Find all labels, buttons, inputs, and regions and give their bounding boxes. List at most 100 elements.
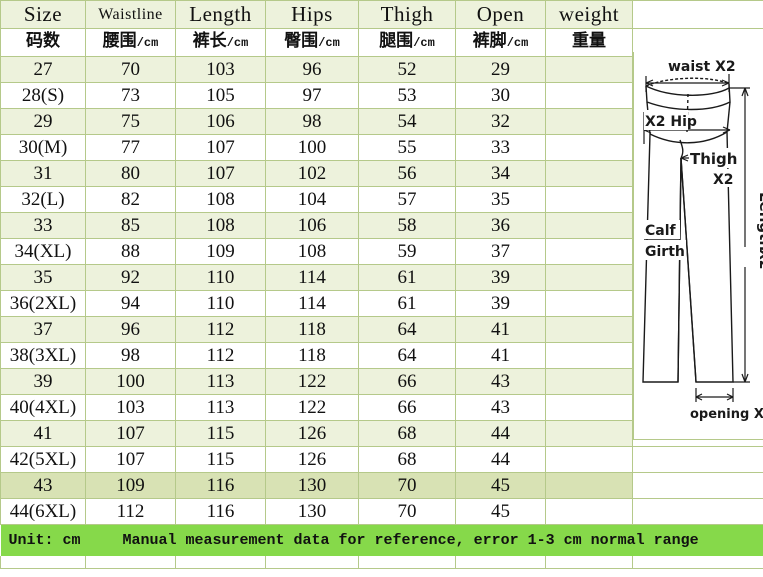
- cell-weight: [545, 108, 633, 135]
- tail-cell: [545, 556, 633, 569]
- cell-length: 112: [175, 316, 266, 343]
- cell-waistline: 96: [85, 316, 176, 343]
- header-cn-open: 裤脚/cm: [455, 28, 546, 57]
- cell-open: 43: [455, 368, 546, 395]
- cell-hips: 102: [265, 160, 359, 187]
- cell-hips: 108: [265, 238, 359, 265]
- label-hip: X2 Hip: [645, 114, 697, 130]
- cell-waistline: 92: [85, 264, 176, 291]
- header-cn-text-waistline: 腰围: [102, 31, 137, 51]
- label-length: Length: [756, 192, 763, 251]
- cell-length: 116: [175, 498, 266, 525]
- label-thigh-x2: X2: [713, 172, 734, 188]
- header-en-size: Size: [0, 0, 86, 29]
- header-cn-thigh: 腿围/cm: [358, 28, 456, 57]
- header-cn-unit-open: /cm: [506, 36, 529, 50]
- cell-length: 107: [175, 160, 266, 187]
- table-tail-row: [0, 556, 763, 569]
- cell-hips: 126: [265, 446, 359, 473]
- cell-open: 37: [455, 238, 546, 265]
- cell-thigh: 64: [358, 316, 456, 343]
- cell-waistline: 98: [85, 342, 176, 369]
- tail-cell: [358, 556, 456, 569]
- cell-length: 106: [175, 108, 266, 135]
- cell-thigh: 64: [358, 342, 456, 369]
- cell-size: 43: [0, 472, 86, 499]
- header-cn-weight: 重量: [545, 28, 633, 57]
- cell-length: 105: [175, 82, 266, 109]
- cell-hips: 122: [265, 368, 359, 395]
- header-en-length: Length: [175, 0, 266, 29]
- cell-size: 42(5XL): [0, 446, 86, 473]
- cell-thigh: 56: [358, 160, 456, 187]
- cell-size: 28(S): [0, 82, 86, 109]
- cell-diagram-spacer: [632, 446, 763, 473]
- cell-size: 36(2XL): [0, 290, 86, 317]
- cell-weight: [545, 56, 633, 83]
- table-row: 42(5XL) 107 115 126 68 44: [0, 446, 763, 473]
- pants-measurement-diagram: waist X2 X2 Hip Thigh X2 Calf Girth Leng…: [633, 52, 763, 440]
- cell-weight: [545, 342, 633, 369]
- cell-waistline: 88: [85, 238, 176, 265]
- cell-hips: 98: [265, 108, 359, 135]
- cell-waistline: 80: [85, 160, 176, 187]
- cell-weight: [545, 394, 633, 421]
- cell-diagram-spacer: [632, 498, 763, 525]
- cell-hips: 130: [265, 472, 359, 499]
- cell-length: 108: [175, 212, 266, 239]
- cell-diagram-spacer: [632, 472, 763, 499]
- cell-hips: 114: [265, 290, 359, 317]
- cell-weight: [545, 446, 633, 473]
- header-cn-unit-thigh: /cm: [413, 36, 435, 50]
- cell-weight: [545, 82, 633, 109]
- header-en-hips: Hips: [265, 0, 359, 29]
- cell-waistline: 82: [85, 186, 176, 213]
- header-cn-text-open: 裤脚: [472, 31, 507, 51]
- header-en-open: Open: [455, 0, 546, 29]
- cell-size: 38(3XL): [0, 342, 86, 369]
- cell-open: 44: [455, 420, 546, 447]
- label-thigh: Thigh: [690, 150, 737, 168]
- cell-length: 113: [175, 368, 266, 395]
- cell-length: 107: [175, 134, 266, 161]
- cell-hips: 126: [265, 420, 359, 447]
- cell-waistline: 103: [85, 394, 176, 421]
- label-length-x2: X2: [756, 249, 763, 270]
- cell-weight: [545, 316, 633, 343]
- cell-open: 39: [455, 264, 546, 291]
- cell-hips: 106: [265, 212, 359, 239]
- header-cn-hips: 臀围/cm: [265, 28, 359, 57]
- cell-open: 41: [455, 316, 546, 343]
- cell-size: 29: [0, 108, 86, 135]
- cell-open: 43: [455, 394, 546, 421]
- cell-thigh: 58: [358, 212, 456, 239]
- cell-thigh: 70: [358, 472, 456, 499]
- cell-length: 115: [175, 446, 266, 473]
- cell-length: 109: [175, 238, 266, 265]
- cell-waistline: 107: [85, 446, 176, 473]
- header-cn-text-thigh: 腿围: [379, 31, 414, 51]
- header-en-weight: weight: [545, 0, 633, 29]
- cell-open: 45: [455, 498, 546, 525]
- header-cn-text-length: 裤长: [192, 31, 227, 51]
- cell-open: 44: [455, 446, 546, 473]
- cell-thigh: 70: [358, 498, 456, 525]
- cell-size: 32(L): [0, 186, 86, 213]
- tail-cell: [175, 556, 266, 569]
- cell-length: 110: [175, 290, 266, 317]
- cell-size: 31: [0, 160, 86, 187]
- cell-waistline: 70: [85, 56, 176, 83]
- cell-thigh: 66: [358, 368, 456, 395]
- cell-open: 34: [455, 160, 546, 187]
- cell-hips: 130: [265, 498, 359, 525]
- footer-row: Unit: cm Manual measurement data for refe…: [0, 524, 763, 556]
- cell-hips: 97: [265, 82, 359, 109]
- header-cn-text-size: 码数: [26, 31, 60, 51]
- cell-length: 112: [175, 342, 266, 369]
- header-cn-waistline: 腰围/cm: [85, 28, 176, 57]
- cell-waistline: 75: [85, 108, 176, 135]
- header-row-en: Size Waistline Length Hips Thigh Open weight: [0, 0, 763, 29]
- cell-weight: [545, 160, 633, 187]
- cell-weight: [545, 238, 633, 265]
- cell-waistline: 73: [85, 82, 176, 109]
